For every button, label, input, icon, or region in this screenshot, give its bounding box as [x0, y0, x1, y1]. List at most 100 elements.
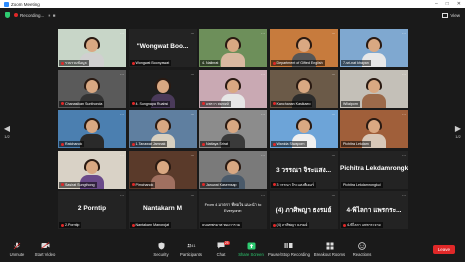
participant-name: ธนนทพรมาศ ทองวารวม — [200, 222, 243, 228]
tile-menu-icon[interactable]: ··· — [120, 193, 124, 198]
participant-name: (4) ภาศิพญา ธงรมย์ — [270, 222, 310, 228]
participant-name: Chanasikan Sunthonda — [59, 100, 105, 107]
participant-tile[interactable]: 4. Sungnapa Ruabsi ··· — [128, 69, 197, 108]
participant-video — [362, 77, 386, 108]
tile-menu-icon[interactable]: ··· — [191, 31, 195, 36]
recording-indicator[interactable]: Recording... ⏸ ■ — [14, 13, 56, 18]
participant-display-name: (4) ภาศิพญา ธงรมย์ — [275, 207, 332, 214]
mic-muted-icon — [272, 183, 276, 186]
shield-icon — [157, 242, 166, 250]
minimize-icon[interactable]: – — [435, 1, 438, 7]
participant-name: 4. Nalinrat — [200, 60, 221, 66]
participant-name: Wanida Siwaporn — [270, 141, 307, 147]
tile-menu-icon[interactable]: ··· — [402, 112, 406, 117]
security-button[interactable]: Security — [148, 237, 174, 261]
participant-name: Nantakarn Manorojat — [129, 222, 172, 228]
recording-menu-icon[interactable]: ⏸ ■ — [48, 13, 56, 18]
tile-menu-icon[interactable]: ··· — [191, 193, 195, 198]
tile-menu-icon[interactable]: ··· — [120, 153, 124, 158]
tile-menu-icon[interactable]: ··· — [332, 193, 336, 198]
tile-menu-icon[interactable]: ··· — [191, 112, 195, 117]
mic-muted-icon — [202, 102, 205, 105]
tile-menu-icon[interactable]: ··· — [332, 112, 336, 117]
tile-menu-icon[interactable]: ··· — [332, 72, 336, 77]
previous-page-icon[interactable]: ◀ — [2, 124, 12, 133]
tile-menu-icon[interactable]: ··· — [261, 112, 265, 117]
mic-muted-icon — [272, 61, 276, 65]
participant-tile[interactable]: 3 วรรณา จิระแสง... 3 วรรณา จิระแสงพีเคอร์… — [269, 150, 338, 189]
close-icon[interactable]: ✕ — [457, 1, 461, 7]
mic-muted-icon — [202, 142, 205, 146]
pause-stop-icon — [284, 242, 293, 250]
participant-tile[interactable]: Pimchanok ··· — [128, 150, 197, 189]
participant-tile[interactable]: Pichitra Lekdamrongkul Pichitra Lekdamron… — [340, 150, 408, 189]
participant-tile[interactable]: 1.Tanawat Jamnak ··· — [128, 110, 197, 148]
participant-tile[interactable]: Jaruwat Kasemsap ··· — [199, 150, 267, 189]
tile-menu-icon[interactable]: ··· — [402, 31, 406, 36]
participant-tile[interactable]: 7-sri-nat khayan ··· — [340, 29, 408, 67]
meeting-toolbar: Unmute Start Video Security 41 Participa… — [0, 236, 465, 262]
participant-name: แพรวา สมพงษ์ — [200, 100, 231, 107]
tile-menu-icon[interactable]: ··· — [120, 112, 124, 117]
leave-button[interactable]: Leave — [432, 244, 455, 254]
participant-tile[interactable]: Nantakarn M Nantakarn Manorojat ··· — [128, 191, 197, 229]
mic-muted-icon — [272, 102, 276, 105]
tile-menu-icon[interactable]: ··· — [402, 193, 406, 198]
participant-tile[interactable]: Ratchanok ··· — [58, 110, 126, 148]
recording-label: Recording... — [20, 12, 45, 18]
reactions-button[interactable]: Reactions — [349, 237, 375, 261]
participant-tile[interactable]: From 4 มาตรา ที่พอใจ.แนะนำ to Everyone: ธ… — [199, 191, 267, 229]
participant-tile[interactable]: (4) ภาศิพญา ธงรมย์ (4) ภาศิพญา ธงรมย์ ··· — [269, 191, 338, 229]
participant-name: 7-sri-nat khayan — [341, 60, 371, 66]
tile-menu-icon[interactable]: ··· — [120, 72, 124, 77]
tile-menu-icon[interactable]: ··· — [191, 72, 195, 77]
chat-icon: 25 — [217, 240, 230, 250]
participant-tile[interactable]: Chanasikan Sunthonda ··· — [58, 69, 126, 108]
participant-name: Ratchanok — [59, 141, 85, 147]
participant-name: Jaruwat Kasemsap — [200, 181, 239, 188]
mic-muted-icon — [343, 223, 346, 227]
maximize-icon[interactable]: □ — [446, 1, 449, 7]
participant-tile[interactable]: แพรวา สมพงษ์ ··· — [199, 69, 267, 108]
participant-tile[interactable]: รวบรวมข้อมูล ··· — [58, 29, 126, 67]
tile-menu-icon[interactable]: ··· — [261, 193, 265, 198]
participants-button[interactable]: 41 Participants — [178, 237, 204, 261]
participant-name: Pimchanok — [129, 181, 156, 188]
pause-stop-recording-button[interactable]: Pause/Stop Recording — [268, 237, 310, 261]
chat-button[interactable]: 25 Chat — [208, 237, 234, 261]
meeting-topbar: Recording... ⏸ ■ View — [0, 8, 465, 22]
tile-menu-icon[interactable]: ··· — [402, 72, 406, 77]
tile-menu-icon[interactable]: ··· — [261, 153, 265, 158]
share-screen-button[interactable]: Share Screen — [238, 237, 264, 261]
mic-muted-icon — [131, 102, 135, 105]
participant-tile[interactable]: Kanchanan Kasikaeo ··· — [269, 69, 338, 108]
participant-name: 3 วรรณา จิระแสงพีเคอร์ — [270, 181, 317, 188]
participant-tile[interactable]: Wanida Siwaporn ··· — [269, 110, 338, 148]
participant-tile[interactable]: 4. Nalinrat ··· — [199, 29, 267, 67]
tile-menu-icon[interactable]: ··· — [191, 153, 195, 158]
participant-tile[interactable]: Sasirat Sungthong ··· — [58, 150, 126, 189]
next-page-icon[interactable]: ▶ — [453, 124, 463, 133]
tile-menu-icon[interactable]: ··· — [261, 72, 265, 77]
participant-tile[interactable]: Department of Gifted English ··· — [269, 29, 338, 67]
tile-menu-icon[interactable]: ··· — [261, 31, 265, 36]
participant-tile[interactable]: Nattaya Srirat ··· — [199, 110, 267, 148]
participant-name: 1.Tanawat Jamnak — [129, 141, 168, 147]
start-video-button[interactable]: Start Video — [32, 237, 58, 261]
tile-menu-icon[interactable]: ··· — [332, 31, 336, 36]
tile-menu-icon[interactable]: ··· — [402, 153, 406, 158]
tile-menu-icon[interactable]: ··· — [120, 31, 124, 36]
participant-tile[interactable]: Wilaiporn ··· — [340, 69, 408, 108]
participants-icon: 41 — [186, 242, 196, 250]
breakout-rooms-button[interactable]: Breakout Rooms — [314, 237, 345, 261]
participant-tile[interactable]: 4-พิไลกา แพรกระ... 4-พิไลกา แพรกระจาย ··· — [340, 191, 408, 229]
participant-tile[interactable]: "Wongwat Boo... Wongwat Boonyawat ··· — [128, 29, 197, 67]
participant-name: 2.Porntip — [59, 222, 82, 228]
mic-muted-icon — [131, 61, 135, 65]
tile-menu-icon[interactable]: ··· — [332, 153, 336, 158]
unmute-button[interactable]: Unmute — [4, 237, 30, 261]
participant-tile[interactable]: Pichitra Lekdam ··· — [340, 110, 408, 148]
participant-tile[interactable]: 2 Porntip 2.Porntip ··· — [58, 191, 126, 229]
security-shield-icon[interactable] — [5, 12, 10, 18]
view-button[interactable]: View — [442, 12, 460, 18]
